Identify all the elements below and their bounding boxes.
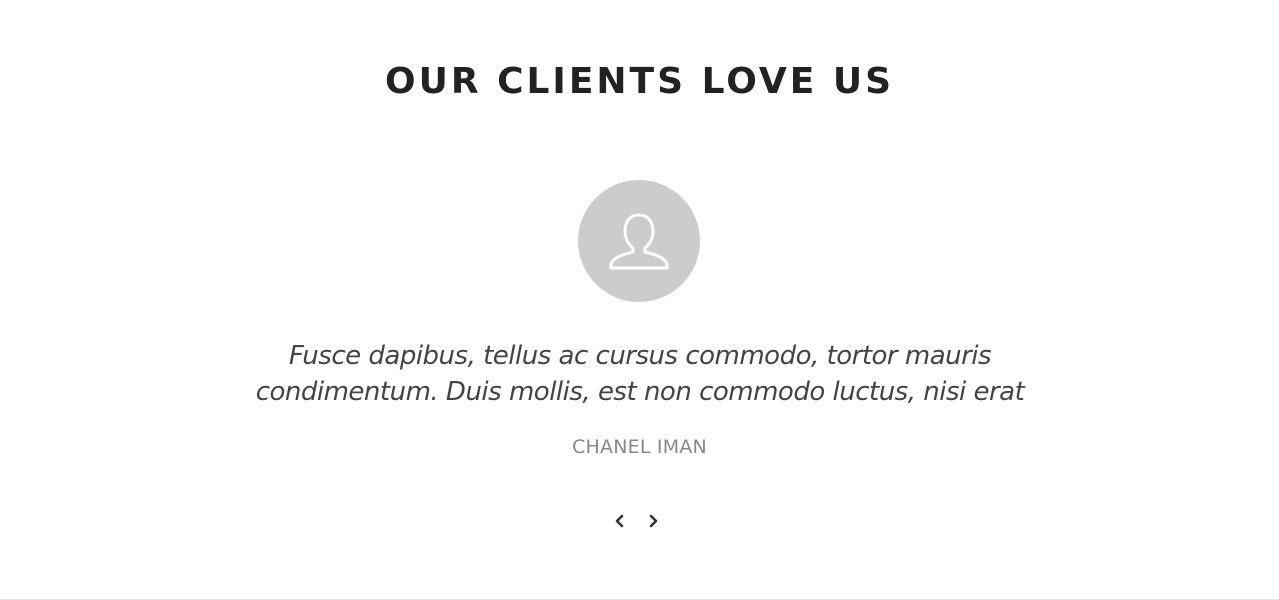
previous-testimonial-button[interactable] <box>607 508 631 534</box>
quote-line-1: Fusce dapibus, tellus ac cursus commodo,… <box>288 341 992 371</box>
quote-line-2: condimentum. Duis mollis, est non commod… <box>255 377 1025 407</box>
testimonials-section: OUR CLIENTS LOVE US Fusce dapibus, tellu… <box>0 0 1279 600</box>
section-title: OUR CLIENTS LOVE US <box>384 61 895 102</box>
client-avatar <box>578 180 700 302</box>
chevron-left-icon <box>615 514 624 528</box>
testimonial-quote: Fusce dapibus, tellus ac cursus commodo,… <box>240 338 1040 410</box>
user-outline-icon <box>609 213 669 270</box>
chevron-right-icon <box>649 514 658 528</box>
next-testimonial-button[interactable] <box>642 508 666 534</box>
testimonial-author: CHANEL IMAN <box>572 436 707 458</box>
